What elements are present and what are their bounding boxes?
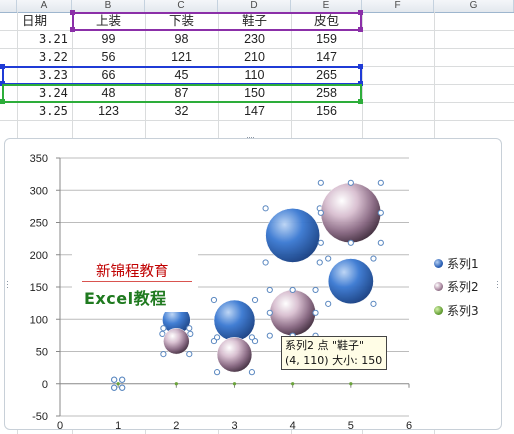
selection-handle [251,296,259,304]
x-tick-label: 2 [173,420,179,432]
bubble-point [116,382,120,386]
legend-label: 系列1 [447,257,479,271]
selection-handle [111,384,118,391]
x-tick-label: 3 [231,420,237,432]
selection-handle [111,376,118,383]
selection-handle [266,309,273,316]
selection-handle [159,330,166,337]
y-tick-label: 50 [36,347,48,359]
selection-handle [262,259,269,266]
selection-handle [347,239,354,246]
selection-handle [119,384,126,391]
selection-handle [325,300,332,307]
selection-handle [213,369,221,376]
selection-handle [377,239,384,246]
bubble-chart[interactable]: -50 0 50 100 150 200 250 300 350 0 1 2 3 4 5 6 [0,0,514,434]
selection-handle [347,179,354,186]
selection-handle [210,296,218,304]
tooltip-line: 系列2 点 "鞋子" [285,339,365,352]
x-tick-label: 6 [406,420,412,432]
selection-handle [266,332,273,339]
legend-marker [434,259,443,268]
selection-handle [248,369,256,376]
selection-handle [317,209,324,216]
selection-handle [370,300,377,307]
watermark-divider [82,281,192,282]
legend-label: 系列3 [447,304,479,318]
y-tick-label: 300 [30,185,48,197]
bubble-point [320,182,382,244]
watermark-text: 新锦程教育 [96,264,169,280]
bubble-point [349,382,353,386]
x-tick-label: 0 [57,420,63,432]
legend-marker [434,306,443,315]
watermark-logo-text: Excel教程 [84,289,167,308]
selection-handle [119,376,126,383]
selection-handle [289,286,296,294]
selection-handle [262,205,269,212]
selection-handle [213,334,221,341]
selection-handle [317,179,324,186]
bubble-point [163,327,190,355]
x-tick-label: 4 [290,420,296,432]
selection-handle [248,334,256,341]
selection-handle [186,325,193,332]
selection-handle [266,286,273,294]
selection-handle [312,286,319,294]
selection-handle [316,259,323,266]
tooltip-line: (4, 110) 大小: 150 [285,354,383,367]
selection-handle [317,239,324,246]
y-tick-label: 150 [30,282,48,294]
selection-handle [187,330,194,337]
selection-handle [370,255,377,262]
x-tick-label: 1 [115,420,121,432]
y-tick-label: 250 [30,218,48,230]
bubble-point [216,337,253,373]
y-tick-label: -50 [32,411,48,423]
bubble-point [265,208,320,263]
selection-handle [312,309,319,316]
y-tick-label: 350 [30,153,48,165]
selection-handle [325,255,332,262]
selection-handle [377,209,384,216]
bubble-point [232,382,237,386]
bubble-point [291,382,295,386]
selection-handle [160,325,167,332]
bubble-point [327,258,374,305]
selection-handle [186,351,193,358]
x-tick-label: 5 [348,420,354,432]
bubble-point [269,289,316,336]
data-point-tooltip: 系列2 点 "鞋子" (4, 110) 大小: 150 [281,336,387,370]
bubble-point [174,382,178,386]
y-tick-label: 100 [30,314,48,326]
bubble-point [213,299,256,342]
legend-marker [434,282,443,291]
selection-handle [377,179,384,186]
selection-handle [160,351,167,358]
y-tick-label: 200 [30,250,48,262]
legend-label: 系列2 [447,280,479,294]
y-tick-label: 0 [42,379,48,391]
